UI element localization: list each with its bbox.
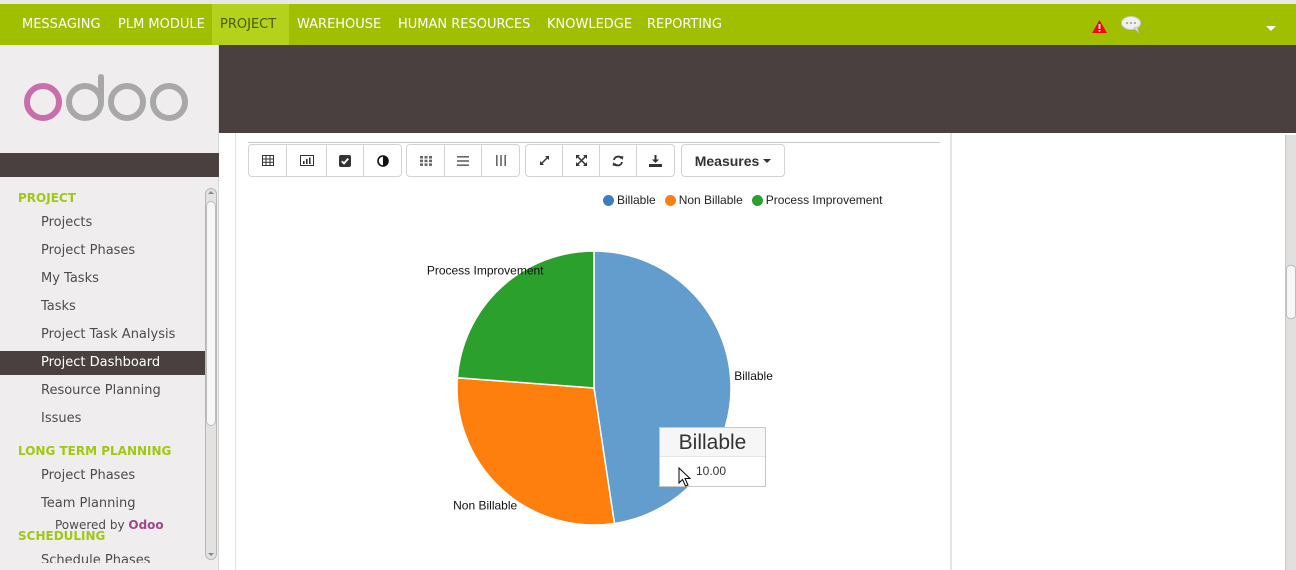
slice-label-process-improvement: Process Improvement (427, 264, 544, 278)
powered-by-text: Powered by (55, 518, 125, 532)
odoo-logo[interactable] (24, 72, 190, 122)
menu-plm-module[interactable]: PLM MODULE (110, 4, 213, 45)
sidebar-scrollbar[interactable] (205, 188, 217, 560)
chat-icon[interactable] (1121, 16, 1143, 34)
menu-human-resources[interactable]: HUMAN RESOURCES (390, 4, 538, 45)
menu-reporting[interactable]: REPORTING (639, 4, 730, 45)
mouse-cursor-icon (678, 467, 692, 487)
menu-warehouse[interactable]: WAREHOUSE (289, 4, 389, 45)
nav-item-schedule-phases[interactable]: Schedule Phases (0, 549, 205, 563)
nav-item-projects[interactable]: Projects (0, 211, 205, 235)
nav-item-project-dashboard[interactable]: Project Dashboard (0, 351, 205, 375)
nav-header-long-term-planning: LONG TERM PLANNING (18, 444, 172, 458)
nav-item-resource-planning[interactable]: Resource Planning (0, 379, 205, 403)
sidebar-dark-band (0, 153, 219, 177)
header-band (219, 45, 1296, 133)
chart-tooltip: Billable 10.00 (659, 427, 766, 487)
nav-item-lt-project-phases[interactable]: Project Phases (0, 464, 205, 488)
nav-item-team-planning[interactable]: Team Planning (0, 492, 205, 516)
scroll-up-arrow-icon[interactable] (208, 191, 214, 194)
nav-item-my-tasks[interactable]: My Tasks (0, 267, 205, 291)
page-scroll-thumb[interactable] (1286, 265, 1296, 319)
menu-messaging[interactable]: MESSAGING (14, 4, 109, 45)
user-menu-caret-icon[interactable] (1266, 26, 1276, 31)
menu-project[interactable]: PROJECT (212, 4, 289, 45)
nav-item-project-phases[interactable]: Project Phases (0, 239, 205, 263)
slice-label-billable: Billable (734, 369, 773, 383)
powered-by-brand-link[interactable]: Odoo (128, 518, 163, 532)
pie-chart: Billable Non Billable Process Improvement (427, 250, 773, 526)
nav-item-tasks[interactable]: Tasks (0, 295, 205, 319)
tooltip-title: Billable (660, 428, 765, 457)
pivot-graph-view: Measures Billable Non Billable Process I… (235, 133, 952, 570)
top-menubar: MESSAGING PLM MODULE PROJECT WAREHOUSE H… (0, 4, 1296, 45)
sidebar-scroll-thumb[interactable] (206, 201, 216, 426)
page-scrollbar[interactable] (1285, 135, 1296, 570)
nav-item-project-task-analysis[interactable]: Project Task Analysis (0, 323, 205, 347)
tooltip-value: 10.00 (696, 464, 727, 478)
alert-icon[interactable] (1092, 20, 1107, 33)
menu-knowledge[interactable]: KNOWLEDGE (539, 4, 640, 45)
scroll-down-arrow-icon[interactable] (208, 553, 214, 556)
nav-header-project: PROJECT (18, 191, 76, 205)
slice-label-non-billable: Non Billable (453, 498, 517, 512)
nav-item-issues[interactable]: Issues (0, 407, 205, 431)
powered-by: Powered by Odoo (55, 518, 164, 532)
